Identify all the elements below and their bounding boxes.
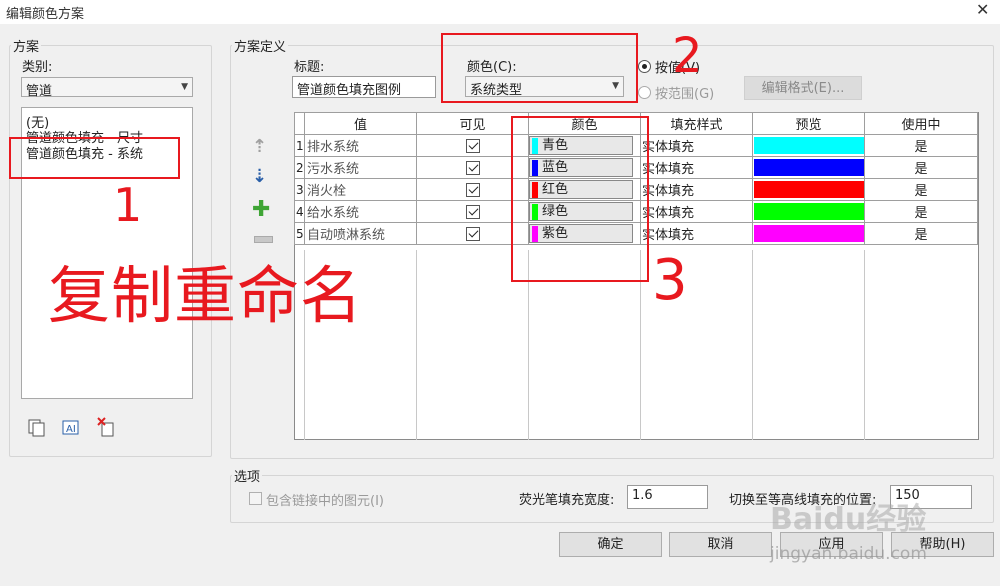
visible-checkbox[interactable] (465, 160, 480, 175)
scheme-group-label: 方案 (11, 36, 42, 55)
fill-pattern-cell[interactable]: 实体填充 (640, 178, 753, 201)
column-header[interactable]: 值 (304, 112, 417, 135)
preview-cell (752, 134, 865, 157)
value-cell[interactable]: 自动喷淋系统 (304, 222, 417, 245)
column-header[interactable]: 填充样式 (640, 112, 753, 135)
color-preview (753, 137, 864, 154)
annotation-number-3: 3 (652, 248, 688, 313)
visible-checkbox[interactable] (465, 226, 480, 241)
color-preview (753, 181, 864, 198)
row-number: 1 (294, 134, 305, 157)
row-number: 3 (294, 178, 305, 201)
fill-width-input[interactable]: 1.6 (627, 485, 708, 509)
move-down-icon[interactable]: ⇣ (252, 166, 267, 187)
row-number: 2 (294, 156, 305, 179)
preview-cell (752, 200, 865, 223)
annotation-number-1: 1 (113, 178, 143, 232)
annotation-box-1 (9, 137, 180, 179)
by-range-label[interactable]: 按范围(G) (655, 83, 714, 102)
row-num-header (294, 112, 305, 135)
chevron-down-icon: ▼ (181, 82, 188, 92)
color-preview (753, 225, 864, 242)
fill-pattern-cell[interactable]: 实体填充 (640, 200, 753, 223)
preview-cell (752, 222, 865, 245)
value-cell[interactable]: 消火栓 (304, 178, 417, 201)
value-cell[interactable]: 给水系统 (304, 200, 417, 223)
in-use-cell: 是 (864, 178, 978, 201)
edit-format-button[interactable]: 编辑格式(E)... (744, 76, 862, 100)
add-row-icon[interactable]: ✚ (252, 197, 270, 222)
visible-checkbox[interactable] (465, 182, 480, 197)
category-label: 类别: (22, 60, 53, 75)
move-up-icon[interactable]: ⇡ (252, 136, 267, 157)
preview-cell (752, 156, 865, 179)
category-select-value: 管道 (26, 84, 53, 99)
color-preview (753, 159, 864, 176)
include-links-label[interactable]: 包含链接中的图元(I) (266, 490, 384, 509)
watermark-url: jingyan.baidu.com (770, 544, 927, 564)
fill-pattern-cell[interactable]: 实体填充 (640, 156, 753, 179)
remove-row-icon[interactable] (254, 236, 273, 243)
preview-cell (752, 178, 865, 201)
window-title: 编辑颜色方案 (6, 7, 85, 22)
annotation-box-2 (441, 33, 638, 103)
title-input[interactable]: 管道颜色填充图例 (292, 76, 436, 98)
ok-button[interactable]: 确定 (559, 532, 662, 557)
value-cell[interactable]: 排水系统 (304, 134, 417, 157)
value-cell[interactable]: 污水系统 (304, 156, 417, 179)
title-bar: 编辑颜色方案 ✕ (0, 0, 1000, 24)
include-links-checkbox[interactable] (249, 492, 262, 505)
fill-pattern-cell[interactable]: 实体填充 (640, 134, 753, 157)
rename-icon[interactable]: AI (61, 418, 81, 438)
in-use-cell: 是 (864, 156, 978, 179)
delete-icon[interactable] (96, 416, 118, 438)
definition-group-label: 方案定义 (232, 36, 289, 55)
svg-text:AI: AI (66, 424, 76, 435)
in-use-cell: 是 (864, 222, 978, 245)
category-select[interactable]: 管道 ▼ (21, 77, 193, 99)
column-header[interactable]: 使用中 (864, 112, 978, 135)
row-number: 5 (294, 222, 305, 245)
row-number: 4 (294, 200, 305, 223)
annotation-text: 复制重命名 (48, 259, 364, 332)
fill-pattern-cell[interactable]: 实体填充 (640, 222, 753, 245)
column-header[interactable]: 预览 (752, 112, 865, 135)
visible-checkbox[interactable] (465, 138, 480, 153)
annotation-number-2: 2 (672, 28, 703, 84)
options-group-label: 选项 (232, 466, 263, 485)
fill-width-label: 荧光笔填充宽度: (519, 493, 615, 508)
by-value-radio[interactable] (638, 60, 651, 73)
close-icon[interactable]: ✕ (976, 0, 989, 19)
by-range-radio[interactable] (638, 86, 651, 99)
in-use-cell: 是 (864, 134, 978, 157)
in-use-cell: 是 (864, 200, 978, 223)
annotation-box-3 (511, 116, 649, 282)
visible-checkbox[interactable] (465, 204, 480, 219)
duplicate-icon[interactable] (27, 418, 47, 438)
cancel-button[interactable]: 取消 (669, 532, 772, 557)
color-preview (753, 203, 864, 220)
title-label: 标题: (294, 60, 325, 75)
watermark-logo: Baidu经验 (770, 502, 927, 537)
